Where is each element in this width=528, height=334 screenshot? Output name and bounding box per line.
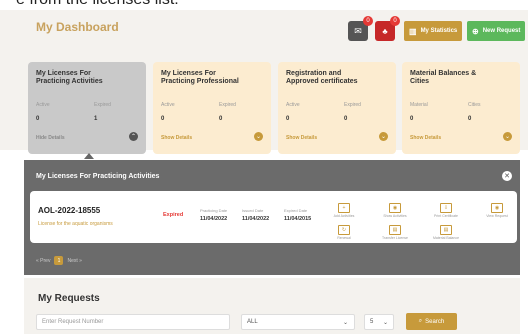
plus-circle-icon: ⊕: [472, 26, 479, 36]
search-icon: ⌕: [418, 318, 423, 324]
show-activities-action[interactable]: ◉ Show Activities: [381, 203, 409, 218]
mail-badge: 0: [363, 16, 373, 26]
card-title: My Licenses For Practicing Activities: [36, 70, 103, 85]
card-title: My Licenses For Practicing Professional: [161, 70, 239, 85]
my-statistics-label: My Statistics: [420, 28, 458, 34]
panel-title: My Licenses For Practicing Activities: [36, 173, 160, 180]
card-title: Material Balances & Cities: [410, 70, 477, 85]
top-caption-text: e from the licenses list:: [16, 0, 179, 9]
material-balance-action[interactable]: ▤ Material Balance: [432, 225, 460, 240]
practicing-date: Practicing Date 11/04/2022: [200, 208, 228, 222]
download-icon: ⇩: [440, 203, 452, 213]
card-values: 01: [36, 116, 98, 122]
expired-date: Expired Date 11/04/2015: [284, 208, 312, 222]
page-size-select[interactable]: 5 ⌄: [364, 314, 394, 330]
card-labels: Material Cities: [410, 102, 481, 108]
prev-page-link[interactable]: « Prev: [36, 258, 50, 264]
chevron-down-icon: ⌄: [382, 319, 388, 326]
card-material-balances[interactable]: Material Balances & Cities Material Cities…: [402, 62, 520, 154]
request-number-input[interactable]: Enter Request Number: [36, 314, 230, 330]
card-values: 00: [410, 116, 472, 122]
my-statistics-button[interactable]: ▥ My Statistics: [404, 21, 463, 41]
hide-details-link[interactable]: Hide Details: [36, 135, 65, 141]
show-details-link[interactable]: Show Details: [161, 135, 192, 141]
print-certificate-action[interactable]: ⇩ Print Certificate: [432, 203, 460, 218]
page-title: My Dashboard: [36, 20, 119, 34]
show-details-link[interactable]: Show Details: [286, 135, 317, 141]
card-values: 00: [161, 116, 223, 122]
card-values: 00: [286, 116, 348, 122]
chevron-down-icon: ⌄: [342, 319, 348, 326]
top-caption-strip: e from the licenses list:: [0, 0, 528, 10]
card-labels: Active Expired: [161, 102, 236, 108]
mail-button[interactable]: ✉ 0: [348, 16, 373, 41]
refresh-icon: ↻: [338, 225, 350, 235]
license-subtitle: License for the aquatic organisms: [38, 221, 113, 227]
card-registration-certificates[interactable]: Registration and Approved certificates Ac…: [278, 62, 396, 154]
chevron-down-icon[interactable]: ⌄: [503, 132, 512, 141]
card-labels: Active Expired: [286, 102, 361, 108]
alerts-button[interactable]: ♣ 0: [375, 16, 400, 41]
card-labels: Active Expired: [36, 102, 111, 108]
transfer-license-action[interactable]: ▤ Transfer License: [381, 225, 409, 240]
plus-icon: +: [338, 203, 350, 213]
pagination: « Prev 1 Next »: [36, 256, 82, 265]
renewal-action[interactable]: ↻ Renewal: [330, 225, 358, 240]
view-request-action[interactable]: ◉ View Request: [483, 203, 511, 218]
chevron-up-icon[interactable]: ⌃: [129, 132, 138, 141]
status-filter-value: ALL: [247, 319, 258, 325]
bell-icon: ♣: [382, 26, 388, 36]
issued-date: Issued Date 11/04/2022: [242, 208, 270, 222]
document-icon: ▤: [389, 225, 401, 235]
chevron-down-icon[interactable]: ⌄: [379, 132, 388, 141]
alerts-badge: 0: [390, 16, 400, 26]
new-request-label: New Request: [482, 28, 521, 34]
card-practicing-activities[interactable]: My Licenses For Practicing Activities Act…: [28, 62, 146, 154]
status-filter-select[interactable]: ALL ⌄: [241, 314, 355, 330]
close-icon[interactable]: ✕: [502, 171, 512, 181]
page-size-value: 5: [370, 319, 374, 325]
add-activities-action[interactable]: + Add Activities: [330, 203, 358, 218]
document-icon: ▤: [440, 225, 452, 235]
card-practicing-professional[interactable]: My Licenses For Practicing Professional A…: [153, 62, 271, 154]
requests-title: My Requests: [38, 293, 100, 304]
panel-pointer: [84, 153, 94, 159]
show-details-link[interactable]: Show Details: [410, 135, 441, 141]
card-title: Registration and Approved certificates: [286, 70, 358, 85]
status-badge: Expired: [163, 212, 184, 218]
next-page-link[interactable]: Next »: [67, 258, 81, 264]
new-request-button[interactable]: ⊕ New Request: [467, 21, 526, 41]
search-button[interactable]: ⌕ Search: [406, 313, 457, 330]
mail-icon: ✉: [354, 25, 362, 36]
chart-icon: ▥: [409, 26, 417, 36]
license-id[interactable]: AOL-2022-18555: [38, 206, 100, 215]
eye-icon: ◉: [389, 203, 401, 213]
eye-icon: ◉: [491, 203, 503, 213]
current-page[interactable]: 1: [54, 256, 64, 265]
search-label: Search: [425, 318, 445, 325]
chevron-down-icon[interactable]: ⌄: [254, 132, 263, 141]
